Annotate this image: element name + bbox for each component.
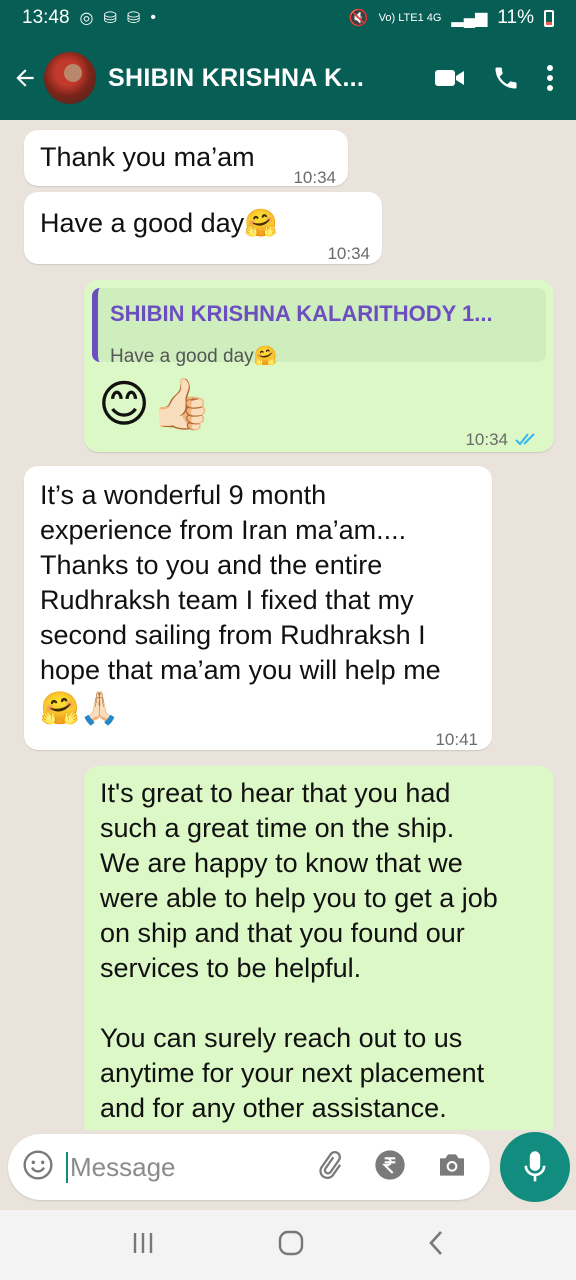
contact-avatar[interactable] <box>44 52 96 104</box>
status-bar: 13:48 ◎ ⛁ ⛁ • 🔇 Vo) LTE1 4G ▂▄▆ 11% <box>0 0 576 36</box>
message-placeholder[interactable]: Message <box>66 1151 176 1183</box>
quoted-text: Have a good day🤗 <box>110 346 278 367</box>
back-nav-icon[interactable] <box>426 1229 446 1262</box>
emoji-line: 🤗🙏🏻 <box>40 690 120 726</box>
app-notification-icon: ⛁ <box>103 10 117 27</box>
read-receipt-icon <box>514 423 540 458</box>
attach-icon[interactable] <box>314 1150 344 1185</box>
camera-icon[interactable] <box>436 1150 468 1185</box>
battery-percent: 11% <box>497 7 534 28</box>
message-outgoing[interactable]: SHIBIN KRISHNA KALARITHODY 1... Have a g… <box>84 280 554 452</box>
quoted-sender-name: SHIBIN KRISHNA KALARITHODY 1... <box>110 301 493 326</box>
message-text: It’s a wonderful 9 month experience from… <box>40 480 441 726</box>
message-incoming[interactable]: Have a good day🤗 10:34 <box>24 192 382 264</box>
home-icon[interactable] <box>277 1229 305 1262</box>
whatsapp-notification-icon: ◎ <box>79 10 94 27</box>
app-notification-icon-2: ⛁ <box>126 10 141 27</box>
message-text: Thank you ma’am <box>40 142 255 172</box>
message-time: 10:34 <box>327 244 370 263</box>
recents-icon[interactable] <box>130 1230 156 1261</box>
chat-messages[interactable]: Thank you ma’am 10:34 Have a good day🤗 1… <box>0 120 576 1130</box>
video-call-icon[interactable] <box>434 66 466 90</box>
message-incoming[interactable]: It’s a wonderful 9 month experience from… <box>24 466 492 750</box>
phone-icon[interactable] <box>492 64 520 92</box>
more-vert-icon[interactable] <box>546 64 554 92</box>
message-text: It's great to hear that you had such a g… <box>100 778 498 1123</box>
battery-icon <box>544 9 554 27</box>
signal-icon: ▂▄▆ <box>451 10 488 27</box>
rupee-icon[interactable] <box>374 1149 406 1186</box>
message-time: 10:34 <box>293 168 336 187</box>
message-input[interactable]: Message <box>8 1134 490 1200</box>
quoted-message[interactable]: SHIBIN KRISHNA KALARITHODY 1... Have a g… <box>92 288 546 367</box>
back-arrow-icon[interactable] <box>10 63 40 93</box>
system-nav-bar <box>0 1210 576 1280</box>
message-time: 10:41 <box>435 730 478 749</box>
message-text: Have a good day🤗 <box>40 206 278 241</box>
compose-bar: Message <box>0 1130 576 1210</box>
emoji-message: 😊👍🏻 <box>98 376 213 432</box>
more-notifications-dot-icon: • <box>150 9 156 26</box>
emoji-icon[interactable] <box>22 1149 54 1186</box>
mic-icon[interactable] <box>500 1132 570 1202</box>
message-incoming[interactable]: Thank you ma’am 10:34 <box>24 130 348 187</box>
message-time: 10:34 <box>465 422 540 458</box>
hugging-face-emoji: 🤗 <box>244 208 278 238</box>
chat-header: SHIBIN KRISHNA K... <box>0 36 576 120</box>
message-outgoing[interactable]: It's great to hear that you had such a g… <box>84 766 554 1130</box>
mute-icon: 🔇 <box>348 10 369 27</box>
network-indicator: Vo) LTE1 4G <box>378 11 442 24</box>
hugging-face-emoji: 🤗 <box>253 346 278 367</box>
contact-name[interactable]: SHIBIN KRISHNA K... <box>108 64 364 93</box>
status-time: 13:48 <box>22 7 70 28</box>
